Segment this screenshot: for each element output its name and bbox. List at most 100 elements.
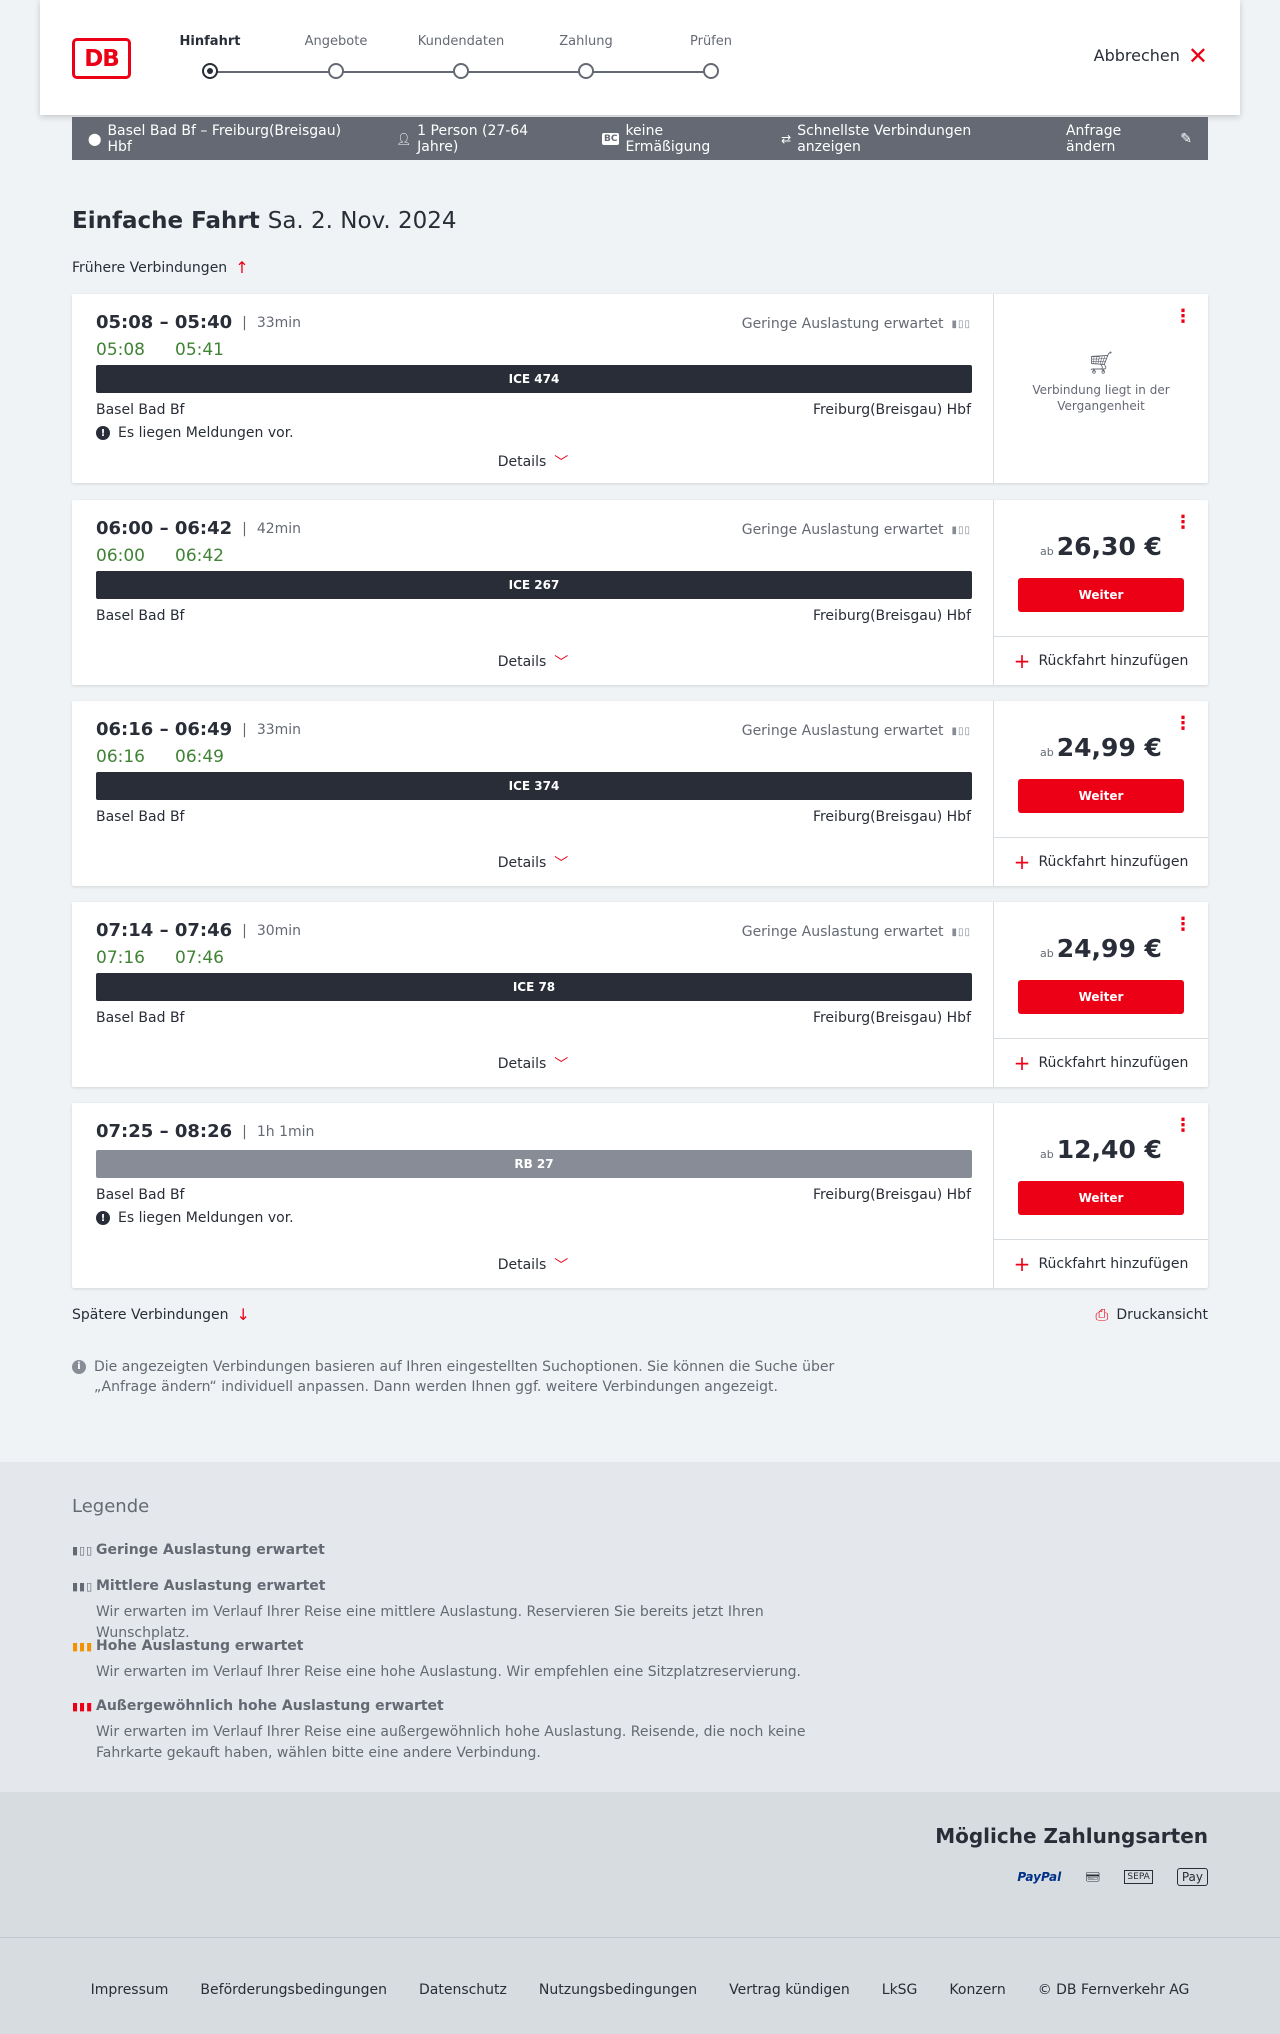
connection-info[interactable]: 06:16 – 06:49 | 33min 06:16 06:49 Gering… — [72, 701, 994, 886]
pencil-icon: ✎ — [1180, 130, 1192, 147]
duration: 1h 1min — [256, 1123, 315, 1140]
earlier-label: Frühere Verbindungen — [72, 259, 228, 276]
footer-link-kuendigen[interactable]: Vertrag kündigen — [729, 1982, 850, 1998]
continue-button[interactable]: Weiter — [1018, 980, 1184, 1014]
passenger-summary: 👤︎ 1 Person (27-64 Jahre) — [396, 123, 570, 155]
price-prefix: ab — [1040, 947, 1054, 960]
footer-link-datenschutz[interactable]: Datenschutz — [419, 1982, 507, 1998]
step-kundendaten[interactable]: Kundendaten — [411, 34, 511, 79]
separator: | — [242, 922, 247, 939]
connection-card: 07:14 – 07:46 | 30min 07:16 07:46 Gering… — [72, 902, 1208, 1087]
details-toggle[interactable]: Details ﹀ — [72, 452, 994, 472]
step-hinfahrt[interactable]: Hinfahrt — [160, 34, 260, 79]
db-logo[interactable]: DB — [72, 38, 131, 79]
realtime-arrival: 07:46 — [175, 948, 224, 968]
occupancy-indicator: Geringe Auslastung erwartet ▮▯▯ — [742, 522, 971, 538]
step-pruefen[interactable]: Prüfen — [661, 34, 761, 79]
connection-card: 07:25 – 08:26 | 1h 1min RB 27 Basel Bad … — [72, 1103, 1208, 1288]
legend-title: Legende — [72, 1496, 150, 1517]
legend-section: Legende ▮▯▯ Geringe Auslastung erwartet ▮… — [0, 1462, 1280, 1792]
alert-icon: ! — [96, 1211, 110, 1225]
connection-info[interactable]: 05:08 – 05:40 | 33min 05:08 05:41 Gering… — [72, 294, 994, 483]
past-text: Verbindung liegt in der Vergangenheit — [1032, 383, 1170, 413]
fastest-text: Schnellste Verbindungen anzeigen — [797, 122, 972, 155]
alert-icon: ! — [96, 426, 110, 440]
details-toggle[interactable]: Details ﹀ — [72, 1054, 994, 1074]
realtime-times: 06:16 06:49 — [96, 747, 224, 767]
more-options-icon[interactable]: ⋮ — [1174, 514, 1192, 532]
connection-info[interactable]: 07:14 – 07:46 | 30min 07:16 07:46 Gering… — [72, 902, 994, 1087]
info-text: Die angezeigten Verbindungen basieren au… — [94, 1359, 835, 1395]
step-label: Zahlung — [559, 34, 613, 49]
add-return-button[interactable]: + Rückfahrt hinzufügen — [994, 1239, 1208, 1288]
duration: 42min — [256, 520, 302, 537]
step-zahlung[interactable]: Zahlung — [536, 34, 636, 79]
continue-button[interactable]: Weiter — [1018, 1181, 1184, 1215]
continue-button[interactable]: Weiter — [1018, 578, 1184, 612]
payment-section: Mögliche Zahlungsarten PayPal 💳︎ SEPA Pa… — [0, 1792, 1280, 1937]
notice: ! Es liegen Meldungen vor. — [96, 425, 294, 441]
footer-link-lksg[interactable]: LkSG — [882, 1982, 918, 1998]
price-value: 24,99 € — [1056, 934, 1162, 963]
occupancy-text: Geringe Auslastung erwartet — [741, 924, 944, 940]
step-label: Kundendaten — [417, 34, 505, 49]
footer-link-nutzung[interactable]: Nutzungsbedingungen — [539, 1982, 697, 1998]
earlier-connections-link[interactable]: Frühere Verbindungen ↑ — [72, 258, 249, 277]
price-prefix: ab — [1040, 1148, 1054, 1161]
occupancy-indicator: Geringe Auslastung erwartet ▮▯▯ — [742, 316, 971, 332]
add-return-label: Rückfahrt hinzufügen — [1038, 1055, 1189, 1071]
price-panel: ⋮ 🛒︎ Verbindung liegt in der Vergangenhe… — [994, 294, 1208, 483]
train-bar: ICE 78 — [96, 973, 972, 1001]
later-connections-link[interactable]: Spätere Verbindungen ↓ — [72, 1305, 250, 1324]
arrival-station: Freiburg(Breisgau) Hbf — [812, 1187, 971, 1203]
location-pin-icon: ⬤ — [88, 131, 102, 146]
route-summary: ⬤ Basel Bad Bf – Freiburg(Breisgau) Hbf — [88, 123, 364, 155]
footer-link-konzern[interactable]: Konzern — [949, 1982, 1005, 1998]
route-text: Basel Bad Bf – Freiburg(Breisgau) Hbf — [107, 122, 342, 155]
add-return-button[interactable]: + Rückfahrt hinzufügen — [994, 1038, 1208, 1087]
continue-button[interactable]: Weiter — [1018, 779, 1184, 813]
chevron-down-icon: ﹀ — [554, 655, 569, 671]
arrival-station: Freiburg(Breisgau) Hbf — [812, 809, 971, 825]
more-options-icon[interactable]: ⋮ — [1174, 1117, 1192, 1135]
price: ab 24,99 € — [994, 733, 1208, 762]
realtime-departure: 06:16 — [96, 747, 145, 767]
details-toggle[interactable]: Details ﹀ — [72, 853, 994, 873]
departure-station: Basel Bad Bf — [96, 402, 185, 418]
connection-info[interactable]: 06:00 – 06:42 | 42min 06:00 06:42 Gering… — [72, 500, 994, 685]
footer-link-impressum[interactable]: Impressum — [91, 1982, 169, 1998]
add-return-label: Rückfahrt hinzufügen — [1038, 854, 1189, 870]
plus-icon: + — [1013, 649, 1031, 673]
footer: Impressum Beförderungsbedingungen Datens… — [0, 1937, 1280, 2034]
details-label: Details — [497, 1257, 547, 1273]
footer-link-befoerderung[interactable]: Beförderungsbedingungen — [200, 1982, 387, 1998]
more-options-icon[interactable]: ⋮ — [1174, 308, 1192, 326]
cart-unavailable-icon: 🛒︎ — [1087, 351, 1115, 376]
departure-station: Basel Bad Bf — [96, 1187, 185, 1203]
occupancy-text: Geringe Auslastung erwartet — [741, 316, 944, 332]
later-label: Spätere Verbindungen — [72, 1306, 229, 1323]
legend-item-medium: ▮▮▯ Mittlere Auslastung erwartet Wir erwa… — [72, 1578, 856, 1644]
planned-times: 06:16 – 06:49 — [96, 719, 233, 740]
separator: | — [242, 314, 247, 331]
add-return-button[interactable]: + Rückfahrt hinzufügen — [994, 636, 1208, 685]
connection-info[interactable]: 07:25 – 08:26 | 1h 1min RB 27 Basel Bad … — [72, 1103, 994, 1288]
price-panel: ⋮ ab 26,30 € Weiter + Rückfahrt hinzufüge… — [994, 500, 1208, 685]
price-panel: ⋮ ab 24,99 € Weiter + Rückfahrt hinzufüge… — [994, 902, 1208, 1087]
step-angebote[interactable]: Angebote — [286, 34, 386, 79]
more-options-icon[interactable]: ⋮ — [1174, 916, 1192, 934]
legend-label: Geringe Auslastung erwartet — [96, 1542, 325, 1558]
edit-search-button[interactable]: Anfrage ändern ✎ — [1066, 123, 1192, 155]
print-view-link[interactable]: ⎙ Druckansicht — [1096, 1305, 1208, 1325]
step-dot — [703, 63, 719, 79]
cancel-button[interactable]: Abbrechen ✕ — [1094, 44, 1208, 68]
add-return-button[interactable]: + Rückfahrt hinzufügen — [994, 837, 1208, 886]
connection-times: 05:08 – 05:40 | 33min — [96, 312, 301, 333]
arrival-station: Freiburg(Breisgau) Hbf — [812, 1010, 971, 1026]
step-label: Angebote — [304, 34, 368, 49]
more-options-icon[interactable]: ⋮ — [1174, 715, 1192, 733]
details-toggle[interactable]: Details ﹀ — [72, 652, 994, 672]
notice-text: Es liegen Meldungen vor. — [118, 1210, 294, 1226]
plus-icon: + — [1013, 1051, 1031, 1075]
details-toggle[interactable]: Details ﹀ — [72, 1255, 994, 1275]
